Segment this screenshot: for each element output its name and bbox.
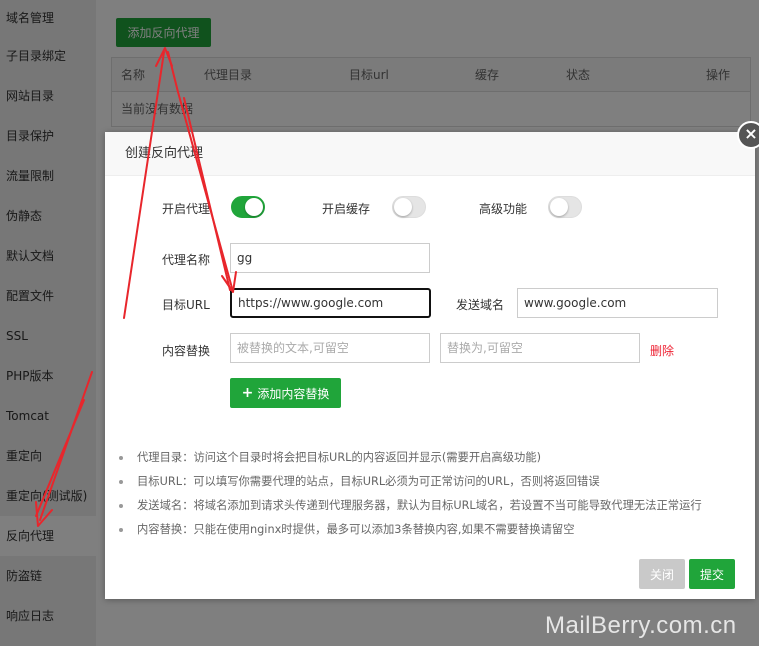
plus-icon: + <box>241 385 254 401</box>
enable-cache-toggle[interactable] <box>392 196 426 218</box>
advanced-label: 高级功能 <box>479 202 528 216</box>
toggle-knob <box>245 198 263 216</box>
dialog-submit-button[interactable]: 提交 <box>689 559 735 589</box>
enable-proxy-label: 开启代理 <box>162 202 211 216</box>
target-url-input[interactable] <box>230 288 431 318</box>
toggle-knob <box>394 198 412 216</box>
enable-cache-label: 开启缓存 <box>322 202 371 216</box>
note-item: 目标URL：可以填写你需要代理的站点，目标URL必须为可正常访问的URL，否则将… <box>119 470 749 494</box>
note-item: 内容替换：只能在使用nginx时提供，最多可以添加3条替换内容,如果不需要替换请… <box>119 518 749 542</box>
help-notes: 代理目录：访问这个目录时将会把目标URL的内容返回并显示(需要开启高级功能) 目… <box>119 446 749 542</box>
dialog-close-button[interactable]: 关闭 <box>639 559 685 589</box>
dialog-close-icon[interactable]: × <box>737 121 759 149</box>
bullet-icon <box>119 480 123 484</box>
toggle-knob <box>550 198 568 216</box>
send-domain-label: 发送域名 <box>456 298 505 312</box>
bullet-icon <box>119 456 123 460</box>
note-item: 发送域名：将域名添加到请求头传递到代理服务器，默认为目标URL域名，若设置不当可… <box>119 494 749 518</box>
enable-proxy-toggle[interactable] <box>231 196 265 218</box>
note-item: 代理目录：访问这个目录时将会把目标URL的内容返回并显示(需要开启高级功能) <box>119 446 749 470</box>
note-text: 内容替换：只能在使用nginx时提供，最多可以添加3条替换内容,如果不需要替换请… <box>137 523 575 536</box>
content-replace-label: 内容替换 <box>162 344 211 358</box>
target-url-label: 目标URL <box>162 298 210 312</box>
note-text: 发送域名：将域名添加到请求头传递到代理服务器，默认为目标URL域名，若设置不当可… <box>137 499 702 512</box>
dialog-title: 创建反向代理 <box>105 132 755 176</box>
add-content-replace-button[interactable]: + 添加内容替换 <box>230 378 341 408</box>
advanced-toggle[interactable] <box>548 196 582 218</box>
note-text: 代理目录：访问这个目录时将会把目标URL的内容返回并显示(需要开启高级功能) <box>137 451 542 464</box>
add-content-replace-label: 添加内容替换 <box>257 386 330 401</box>
replace-from-input[interactable] <box>230 333 430 363</box>
proxy-name-label: 代理名称 <box>162 253 211 267</box>
replace-to-input[interactable] <box>440 333 640 363</box>
note-text: 目标URL：可以填写你需要代理的站点，目标URL必须为可正常访问的URL，否则将… <box>137 475 600 488</box>
delete-replace-link[interactable]: 删除 <box>650 342 674 359</box>
watermark-text: MailBerry.com.cn <box>545 612 737 639</box>
bullet-icon <box>119 528 123 532</box>
bullet-icon <box>119 504 123 508</box>
send-domain-input[interactable] <box>517 288 718 318</box>
proxy-name-input[interactable] <box>230 243 430 273</box>
